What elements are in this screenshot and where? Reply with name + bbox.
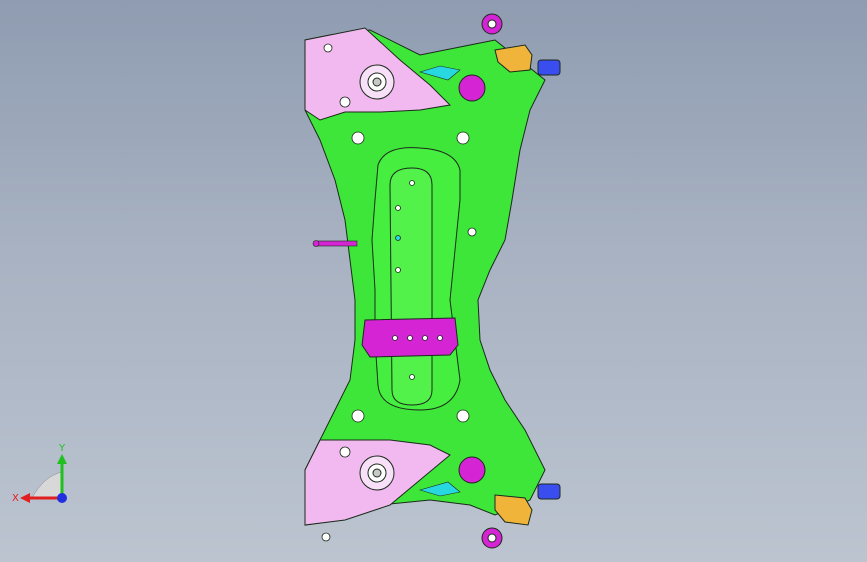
mount-pad-upper-right <box>458 74 486 102</box>
subframe-model[interactable] <box>0 0 867 562</box>
clip-lower-right <box>537 483 561 500</box>
clip-upper-right <box>537 59 561 76</box>
slot <box>389 167 433 406</box>
triad-plane <box>31 471 63 499</box>
graphics-viewport[interactable]: Y X <box>0 0 867 562</box>
z-axis-dot <box>57 493 67 503</box>
mount-pad-lower-right <box>458 456 486 484</box>
tab-lower-right <box>494 494 533 526</box>
axis-triad: Y X <box>12 443 67 504</box>
locating-pin <box>312 240 358 247</box>
x-axis-label: X <box>12 493 19 504</box>
y-axis-label: Y <box>58 443 66 454</box>
